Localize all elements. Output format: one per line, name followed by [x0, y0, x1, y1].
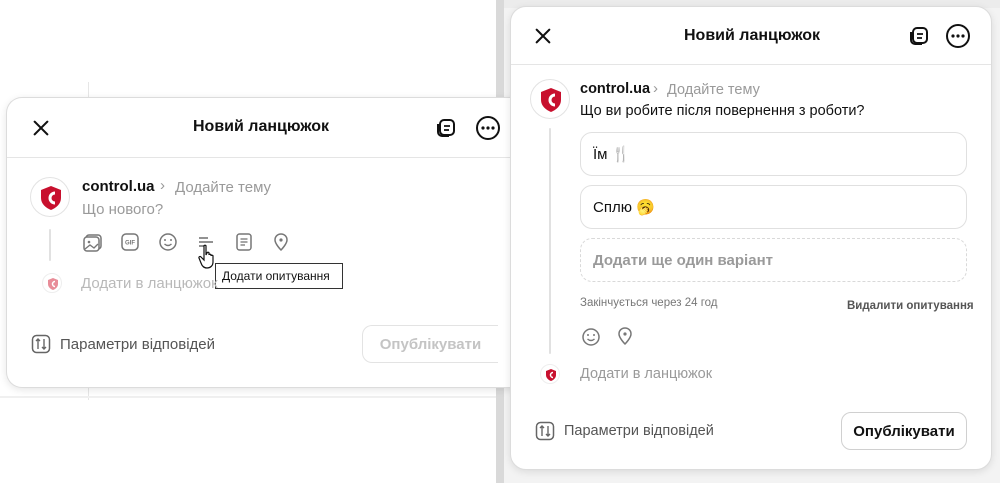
shield-logo-icon — [546, 369, 556, 381]
poll-option-1[interactable]: Їм 🍴 — [580, 132, 967, 176]
chevron-right-icon: › — [653, 80, 658, 97]
drafts-icon[interactable] — [906, 23, 932, 49]
reply-settings-label: Параметри відповідей — [564, 423, 714, 439]
post-text-input[interactable]: Що нового? — [82, 201, 163, 218]
chevron-right-icon: › — [160, 177, 165, 194]
username: control.ua — [82, 178, 155, 195]
poll-option-2[interactable]: Сплю 🥱 — [580, 185, 967, 229]
avatar[interactable] — [530, 79, 570, 119]
username: control.ua — [580, 81, 651, 97]
more-options-icon[interactable] — [945, 23, 971, 49]
reply-settings-button[interactable]: Параметри відповідей — [535, 421, 714, 441]
reply-settings-icon — [31, 334, 51, 354]
avatar[interactable] — [30, 177, 70, 217]
background-bottom-line — [0, 396, 496, 398]
topic-input[interactable]: Додайте тему — [667, 82, 760, 98]
add-to-thread[interactable]: Додати в ланцюжок — [580, 366, 712, 382]
emoji-icon[interactable] — [157, 231, 179, 253]
close-icon[interactable] — [29, 116, 53, 140]
dialog-header: Новий ланцюжок — [7, 98, 526, 158]
publish-button[interactable]: Опублікувати — [362, 325, 498, 363]
dialog-title: Новий ланцюжок — [193, 118, 330, 135]
delete-poll-button[interactable]: Видалити опитування — [847, 300, 974, 312]
emoji-icon[interactable] — [580, 326, 602, 348]
add-poll-option-input[interactable]: Додати ще один варіант — [580, 238, 967, 282]
gif-icon[interactable]: GIF — [119, 231, 141, 253]
reply-settings-icon — [535, 421, 555, 441]
location-icon[interactable] — [270, 231, 292, 253]
post-text[interactable]: Що ви робите після повернення з роботи? — [580, 103, 865, 119]
more-options-icon[interactable] — [475, 115, 501, 141]
document-icon[interactable] — [233, 231, 255, 253]
drafts-icon[interactable] — [433, 115, 459, 141]
dialog-header: Новий ланцюжок — [511, 7, 991, 65]
mini-avatar — [42, 273, 62, 293]
mini-avatar — [540, 364, 560, 384]
thread-line — [549, 128, 551, 354]
dialog-title: Новий ланцюжок — [684, 27, 821, 44]
thread-line — [49, 229, 51, 261]
poll-duration[interactable]: Закінчується через 24 год — [580, 297, 718, 309]
close-icon[interactable] — [531, 24, 555, 48]
location-icon[interactable] — [614, 325, 636, 347]
svg-text:GIF: GIF — [125, 241, 135, 247]
shield-logo-icon — [41, 186, 61, 210]
shield-logo-icon — [48, 278, 58, 290]
tooltip: Додати опитування — [215, 263, 343, 289]
reply-settings-label: Параметри відповідей — [60, 335, 216, 353]
topic-input[interactable]: Додайте тему — [175, 179, 271, 196]
reply-settings-button[interactable]: Параметри відповідей — [31, 334, 215, 354]
publish-button[interactable]: Опублікувати — [841, 412, 967, 450]
shield-logo-icon — [541, 88, 561, 112]
add-to-thread[interactable]: Додати в ланцюжок — [81, 275, 218, 292]
image-icon[interactable] — [82, 231, 104, 253]
